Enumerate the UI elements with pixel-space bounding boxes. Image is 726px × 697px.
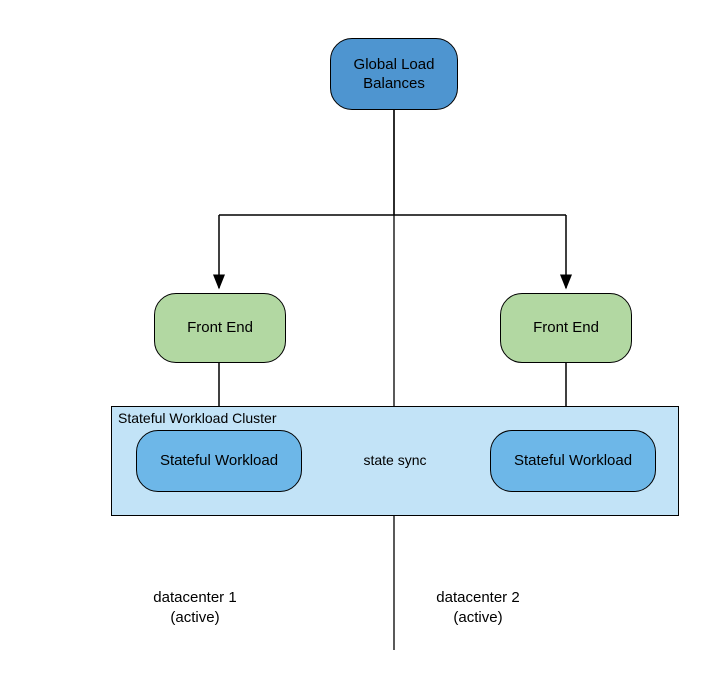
stateful-workload-2-node: Stateful Workload — [490, 430, 656, 492]
diagram-canvas: Global Load Balances Front End Front End… — [0, 0, 726, 697]
front-end-1-label: Front End — [187, 318, 253, 338]
datacenter-2-label: datacenter 2 (active) — [408, 588, 548, 629]
front-end-2-label: Front End — [533, 318, 599, 338]
stateful-workload-1-node: Stateful Workload — [136, 430, 302, 492]
front-end-1-node: Front End — [154, 293, 286, 363]
stateful-2-label: Stateful Workload — [514, 451, 632, 471]
stateful-1-label: Stateful Workload — [160, 451, 278, 471]
global-load-balancer-node: Global Load Balances — [330, 38, 458, 110]
global-lb-label: Global Load Balances — [354, 55, 435, 94]
datacenter-1-label: datacenter 1 (active) — [125, 588, 265, 629]
front-end-2-node: Front End — [500, 293, 632, 363]
cluster-label: Stateful Workload Cluster — [118, 410, 276, 426]
